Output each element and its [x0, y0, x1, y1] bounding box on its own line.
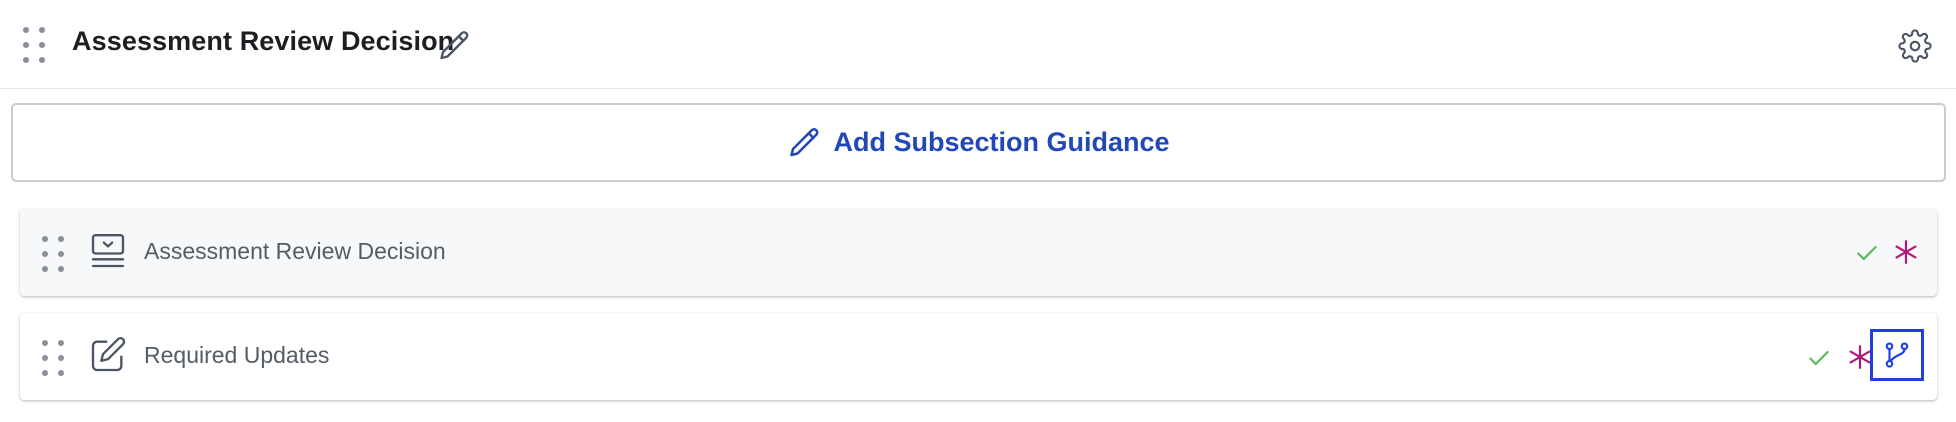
- subsection-header: Assessment Review Decision: [0, 0, 1956, 89]
- branching-logic-button[interactable]: [1870, 329, 1924, 381]
- drag-handle-icon[interactable]: [42, 340, 64, 376]
- check-icon: [1857, 245, 1877, 261]
- drag-handle-icon[interactable]: [42, 236, 64, 272]
- gear-icon[interactable]: [1898, 29, 1932, 63]
- pencil-icon: [790, 127, 819, 156]
- question-label: Required Updates: [144, 342, 330, 368]
- edit-text-icon: [91, 336, 126, 372]
- question-row[interactable]: Required Updates: [20, 313, 1937, 400]
- question-row[interactable]: Assessment Review Decision: [20, 209, 1937, 296]
- question-label: Assessment Review Decision: [144, 238, 446, 264]
- subsection-card: Assessment Review Decision Add Subsectio…: [0, 0, 1956, 422]
- check-icon: [1809, 350, 1829, 366]
- add-subsection-guidance-label: Add Subsection Guidance: [833, 127, 1170, 157]
- subsection-title: Assessment Review Decision: [72, 26, 455, 56]
- required-asterisk-icon: [1895, 240, 1917, 264]
- add-subsection-guidance-button[interactable]: Add Subsection Guidance: [11, 103, 1946, 182]
- git-branch-icon: [1885, 342, 1909, 368]
- drag-handle-icon[interactable]: [23, 27, 45, 63]
- dropdown-select-icon: [91, 234, 125, 268]
- pencil-icon[interactable]: [437, 28, 473, 64]
